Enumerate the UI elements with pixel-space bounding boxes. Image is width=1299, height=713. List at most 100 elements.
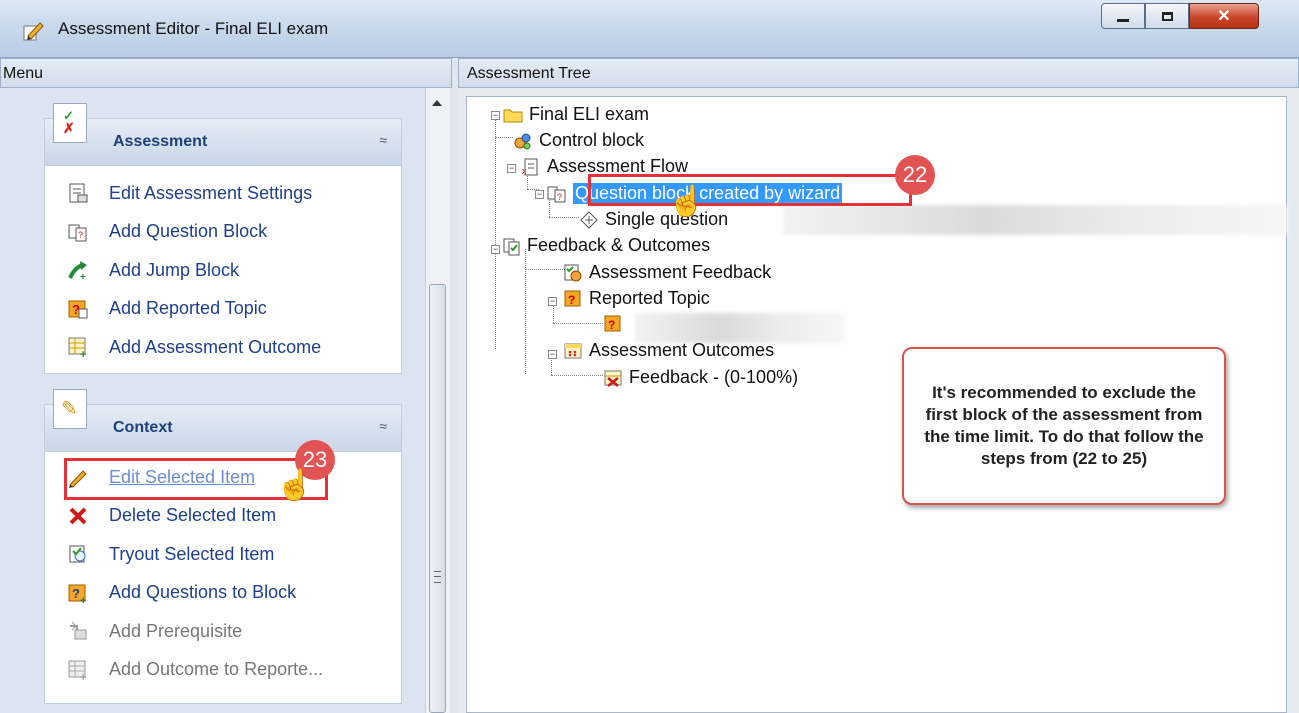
assessment-group-header[interactable]: ✓ ✗ Assessment ≈	[45, 103, 401, 166]
menu-pane-header: Menu	[0, 58, 452, 88]
tryout-selected-item-link[interactable]: Tryout Selected Item	[45, 535, 401, 574]
svg-text:?: ?	[78, 230, 83, 240]
edit-assessment-settings-link[interactable]: Edit Assessment Settings	[45, 174, 401, 213]
assessment-group: ✓ ✗ Assessment ≈ Edit Assessment Setting…	[44, 103, 402, 374]
context-group-header[interactable]: ✎ Context ≈	[45, 389, 401, 452]
app-pencil-icon	[23, 22, 44, 41]
step-22-badge: 22	[895, 155, 935, 195]
redacted-text	[635, 313, 845, 343]
add-questions-to-block-link[interactable]: ? + Add Questions to Block	[45, 574, 401, 613]
collapse-reported-topic-toggle[interactable]: −	[548, 297, 557, 306]
single-question-icon	[580, 210, 598, 229]
tree-node-label: Feedback - (0-100%)	[629, 367, 799, 387]
item-label: Add Reported Topic	[109, 298, 267, 319]
tree-node-reported-topic[interactable]: ? Reported Topic	[563, 288, 710, 309]
tree-node-label: Feedback & Outcomes	[527, 235, 711, 255]
svg-text:?: ?	[608, 318, 615, 332]
svg-text:?: ?	[72, 586, 80, 601]
menu-scrollbar[interactable]	[425, 88, 450, 713]
menu-pane: ✓ ✗ Assessment ≈ Edit Assessment Setting…	[0, 88, 452, 713]
maximize-button[interactable]	[1145, 3, 1189, 29]
tree-node-feedback-range[interactable]: Feedback - (0-100%)	[603, 367, 798, 388]
item-label: Add Questions to Block	[109, 582, 297, 603]
tree-node-control-block[interactable]: Control block	[513, 130, 644, 151]
add-outcome-to-reported-link[interactable]: + Add Outcome to Reporte...	[45, 651, 401, 690]
add-reported-topic-link[interactable]: ? Add Reported Topic	[45, 290, 401, 329]
reported-topic-icon: ?	[564, 290, 581, 307]
question-block-icon: ?	[68, 224, 87, 242]
title-bar: Assessment Editor - Final ELI exam ✕	[0, 0, 1299, 58]
collapse-question-block-toggle[interactable]: −	[535, 190, 544, 199]
svg-text:+: +	[80, 349, 86, 358]
item-label: Add Assessment Outcome	[109, 336, 322, 357]
item-label: Add Outcome to Reporte...	[109, 659, 324, 680]
tree-node-label: Final ELI exam	[529, 104, 650, 124]
window-title: Assessment Editor - Final ELI exam	[58, 19, 329, 38]
minimize-icon	[1117, 18, 1129, 22]
hand-cursor-icon: ☝	[276, 469, 314, 502]
minimize-button[interactable]	[1101, 3, 1145, 29]
settings-doc-icon	[69, 183, 88, 203]
collapse-chevron-icon[interactable]: ≈	[379, 418, 387, 434]
prerequisite-icon	[70, 621, 87, 640]
delete-selected-item-link[interactable]: Delete Selected Item	[45, 497, 401, 536]
instruction-callout: It's recommended to exclude the first bl…	[902, 347, 1226, 505]
red-x-icon	[69, 507, 87, 525]
item-label: Edit Assessment Settings	[109, 182, 313, 203]
folder-icon	[503, 109, 523, 122]
add-questions-icon: ? +	[68, 584, 86, 604]
item-label: Add Prerequisite	[109, 620, 243, 641]
add-jump-block-link[interactable]: + Add Jump Block	[45, 251, 401, 290]
tree-node-root[interactable]: Final ELI exam	[503, 104, 649, 125]
collapse-feedback-toggle[interactable]: −	[491, 245, 500, 254]
assessment-feedback-icon	[564, 264, 582, 281]
item-label: Tryout Selected Item	[109, 543, 275, 564]
add-assessment-outcome-link[interactable]: + Add Assessment Outcome	[45, 328, 401, 367]
context-group: ✎ Context ≈ Edit Selected Item Delete Se…	[44, 389, 402, 704]
jump-arrow-icon: +	[68, 261, 87, 281]
add-question-block-link[interactable]: ? Add Question Block	[45, 213, 401, 252]
outcome-grid-icon: +	[68, 337, 86, 358]
flow-doc-icon: x	[522, 158, 538, 176]
outcome-report-icon: +	[68, 660, 86, 681]
add-prerequisite-link[interactable]: Add Prerequisite	[45, 612, 401, 651]
feedback-outcome-icon	[604, 370, 622, 387]
feedback-doc-icon	[503, 238, 520, 255]
collapse-root-toggle[interactable]: −	[491, 111, 500, 120]
redacted-text	[783, 205, 1288, 235]
reported-topic-icon: ?	[604, 315, 621, 332]
tree-node-label: Assessment Feedback	[589, 262, 772, 282]
tree-node-single-question[interactable]: Single question	[579, 209, 728, 230]
close-icon: ✕	[1217, 8, 1231, 25]
question-block-icon: ?	[547, 186, 566, 202]
item-label: Add Jump Block	[109, 259, 240, 280]
assessment-check-icon: ✓ ✗	[53, 103, 87, 143]
assessment-group-title: Assessment	[113, 133, 208, 150]
control-block-icon	[514, 133, 531, 149]
tree-node-assessment-feedback[interactable]: Assessment Feedback	[563, 262, 771, 283]
tree-pane-header: Assessment Tree	[458, 58, 1299, 88]
tree-node-feedback-outcomes[interactable]: Feedback & Outcomes	[501, 235, 710, 256]
svg-text:+: +	[80, 672, 86, 681]
outcome-grid-icon	[564, 343, 582, 358]
tree-node-label: Control block	[539, 130, 645, 150]
tree-node-reported-topic-child[interactable]: ?	[603, 314, 629, 334]
reported-topic-icon: ?	[68, 300, 88, 319]
context-pencil-icon: ✎	[53, 389, 87, 429]
collapse-outcomes-toggle[interactable]: −	[548, 350, 557, 359]
maximize-icon	[1161, 11, 1173, 21]
item-label: Add Question Block	[109, 221, 268, 242]
svg-text:?: ?	[557, 192, 562, 202]
scrollbar-thumb[interactable]	[429, 284, 446, 713]
close-button[interactable]: ✕	[1189, 3, 1259, 29]
collapse-flow-toggle[interactable]: −	[507, 164, 516, 173]
collapse-chevron-icon[interactable]: ≈	[379, 132, 387, 148]
item-label: Delete Selected Item	[109, 505, 277, 526]
tree-node-label: Assessment Outcomes	[589, 340, 775, 360]
scroll-up-arrow-icon[interactable]	[432, 100, 442, 106]
tree-node-assessment-outcomes[interactable]: Assessment Outcomes	[563, 340, 774, 361]
svg-text:?: ?	[568, 293, 575, 307]
hand-cursor-icon: ☝	[668, 185, 706, 218]
svg-text:+: +	[80, 595, 86, 604]
context-group-title: Context	[113, 419, 173, 436]
